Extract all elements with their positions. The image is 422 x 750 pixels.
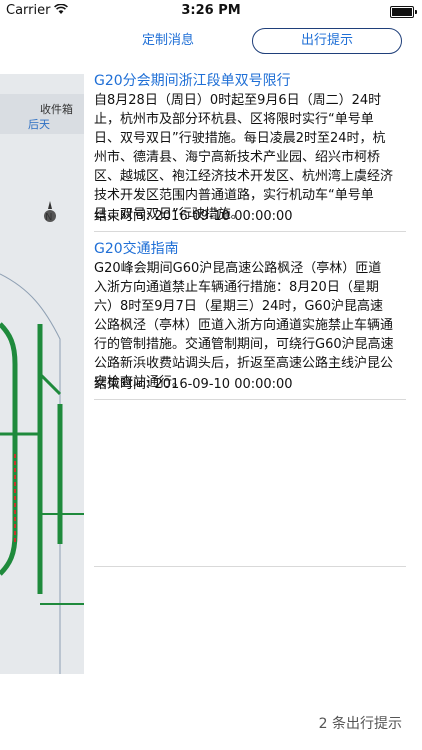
status-bar: Carrier 3:26 PM xyxy=(0,0,422,22)
compass-icon: N xyxy=(45,212,53,223)
background-map: 收件箱 后天 N xyxy=(0,74,84,674)
map-graphic xyxy=(0,74,84,674)
status-time: 3:26 PM xyxy=(181,3,241,18)
tips-count: 2 条出行提示 xyxy=(318,716,402,732)
notice-title: G20交通指南 xyxy=(94,241,179,257)
divider xyxy=(94,231,406,232)
map-days-label: 后天 xyxy=(28,118,50,131)
tab-custom-messages[interactable]: 定制消息 xyxy=(118,28,218,54)
notice-title: G20分会期间浙江段单双号限行 xyxy=(94,73,291,89)
tab-travel-tips[interactable]: 出行提示 xyxy=(252,28,402,54)
map-inbox-label: 收件箱 xyxy=(40,103,73,116)
divider xyxy=(94,399,406,400)
notice-end-time: 结束时间: 2016-09-10 00:00:00 xyxy=(94,377,293,392)
notice-end-time: 结束时间: 2016-09-10 00:00:00 xyxy=(94,209,293,224)
divider xyxy=(94,566,406,567)
battery-icon xyxy=(390,6,417,18)
